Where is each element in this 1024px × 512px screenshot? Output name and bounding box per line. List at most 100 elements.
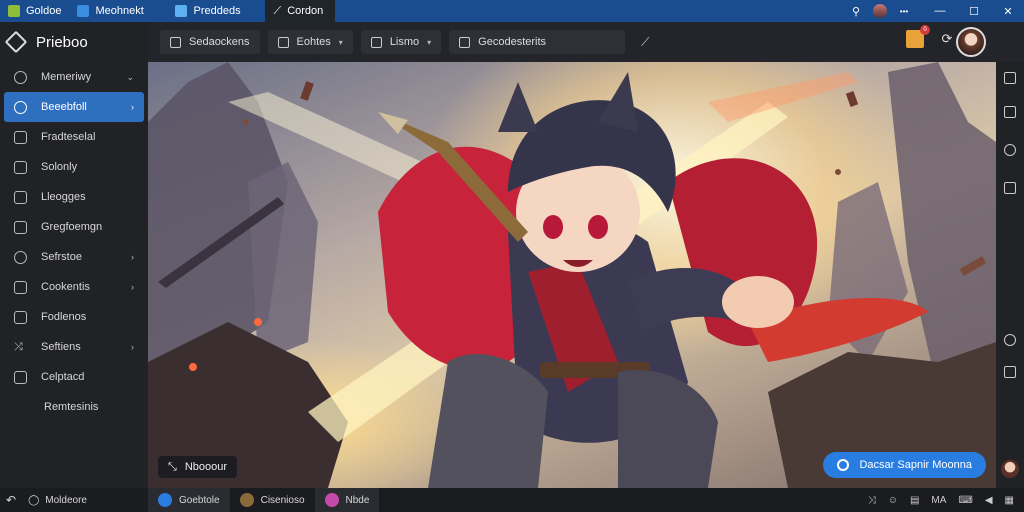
chevron-right-icon: ›: [131, 342, 134, 352]
volume-icon[interactable]: ◀: [985, 495, 993, 506]
maximize-button[interactable]: ☐: [962, 0, 986, 22]
status-tray: ⤨ ☺ ▤ MA ⌨ ◀ ▦: [868, 488, 1014, 512]
window-controls: ⚲ ••• — ☐ ✕: [844, 0, 1024, 22]
document-icon: [14, 190, 27, 204]
shuffle-icon[interactable]: ⤨: [868, 495, 876, 506]
columns-icon: [14, 130, 27, 144]
layout-icon[interactable]: [1004, 106, 1016, 118]
sidebar-item-gregfoemgn[interactable]: Gregfoemgn: [4, 212, 144, 242]
sidebar-item-solonly[interactable]: Solonly: [4, 152, 144, 182]
pin-icon[interactable]: ⚲: [844, 0, 868, 22]
keyboard-icon[interactable]: ⌨: [958, 495, 972, 506]
sidebar-item-celptacd[interactable]: Celptacd: [4, 362, 144, 392]
sidebar-item-remtesinis[interactable]: Remtesinis: [4, 392, 144, 422]
home-icon: [4, 30, 28, 54]
tab-label: Cordon: [287, 5, 324, 17]
bottom-task-goebtole[interactable]: Goebtole: [148, 488, 230, 512]
brush-icon: [170, 36, 181, 48]
sidebar-item-lleogges[interactable]: Lleogges: [4, 182, 144, 212]
chevron-down-icon: ⌄: [126, 71, 134, 82]
tab-label: Preddeds: [193, 5, 241, 17]
refresh-icon[interactable]: ⟳: [938, 30, 956, 48]
brand-name: Prieboo: [36, 33, 88, 51]
notifications-icon[interactable]: 0: [906, 25, 930, 48]
sidebar-item-cookentis[interactable]: Cookentis ›: [4, 272, 144, 302]
image-canvas[interactable]: ⤡ Nbooour Dacsar Sapnir Moonna: [148, 62, 996, 488]
close-button[interactable]: ✕: [996, 0, 1020, 22]
toolbar: Sedaockens Eohtes ▾ Lismo ▾ Gecodesterit…: [148, 22, 1024, 62]
artwork-illustration: [148, 62, 996, 488]
toolbar-dropdown-eohtes[interactable]: Eohtes ▾: [267, 30, 353, 54]
layers-icon: [370, 36, 382, 48]
toolbar-dropdown-lismo[interactable]: Lismo ▾: [360, 30, 442, 54]
tab-cordon[interactable]: ⟋ Cordon: [265, 0, 336, 22]
chevron-down-icon: ▾: [427, 37, 432, 47]
minimize-button[interactable]: —: [928, 0, 952, 22]
shield-icon: [14, 70, 27, 84]
chevron-right-icon: ›: [131, 102, 134, 112]
chevron-right-icon: ›: [131, 282, 134, 292]
toolbar-button-sedaockens[interactable]: Sedaockens: [160, 30, 260, 54]
tab-icon: [175, 5, 188, 17]
task-icon: [239, 493, 254, 507]
sidebar-brand[interactable]: Prieboo: [0, 22, 148, 62]
sidebar-item-beeebfoll[interactable]: Beeebfoll ›: [4, 92, 144, 122]
sidebar-item-fodlenos[interactable]: Fodlenos: [4, 302, 144, 332]
right-rail: [996, 62, 1024, 488]
chevron-down-icon: ▾: [338, 37, 343, 47]
tab-label: Meohnekt: [95, 5, 144, 17]
canvas-mode-chip[interactable]: ⤡ Nbooour: [158, 456, 238, 478]
more-icon[interactable]: •••: [892, 0, 916, 22]
settings-icon: [14, 250, 27, 264]
layers-icon[interactable]: [1004, 366, 1016, 378]
tab-meohnekt[interactable]: Meohnekt: [69, 0, 167, 22]
info-icon[interactable]: [1004, 334, 1016, 346]
bottom-task-nbde[interactable]: Nbde: [314, 488, 380, 512]
bottom-task-cisenioso[interactable]: Cisenioso: [230, 488, 315, 512]
notification-badge: 0: [920, 25, 930, 35]
emoji-icon[interactable]: ☺: [888, 495, 898, 506]
folder-icon: [14, 280, 27, 294]
bottom-left-item[interactable]: ◯ Moldeore: [28, 495, 87, 506]
chevron-right-icon: ›: [131, 252, 134, 262]
sidebar-item-sefrstoe[interactable]: Sefrstoe ›: [4, 242, 144, 272]
panel-icon[interactable]: [1004, 72, 1016, 84]
tab-icon: [77, 5, 90, 17]
storage-icon[interactable]: ▤: [910, 495, 919, 506]
status-text: MA: [931, 494, 947, 506]
app-window: Goldoe Meohnekt Preddeds ⟋ Cordon ⚲ ••• …: [0, 0, 1024, 512]
title-bar: Goldoe Meohnekt Preddeds ⟋ Cordon ⚲ ••• …: [0, 0, 1024, 22]
tab-label: Goldoe: [26, 5, 62, 17]
wand-icon: [277, 36, 289, 48]
history-icon[interactable]: [1004, 144, 1016, 156]
user-avatar[interactable]: [956, 27, 986, 57]
sync-icon: [837, 459, 850, 471]
chat-icon: ◯: [28, 494, 40, 506]
bottom-bar: ↶ ◯ Moldeore Goebtole Cisenioso Nbde ⤨ ☺…: [0, 488, 1024, 512]
pen-icon: ⟋: [273, 4, 282, 17]
search-icon: [459, 36, 471, 48]
search-input[interactable]: Gecodesterits: [449, 30, 626, 54]
tab-preddeds[interactable]: Preddeds: [167, 0, 265, 22]
task-icon: [324, 493, 339, 507]
circle-icon: [14, 100, 27, 114]
account-avatar-icon[interactable]: [873, 4, 887, 18]
expand-icon: ⤡: [168, 460, 177, 473]
undo-icon[interactable]: ↶: [6, 493, 16, 507]
list-icon[interactable]: [1004, 182, 1016, 194]
image-icon: [14, 220, 27, 234]
tab-goldoe[interactable]: Goldoe: [0, 0, 69, 22]
edit-tool-icon[interactable]: ⟋: [633, 30, 657, 54]
sidebar-item-memeriwy[interactable]: Memeriwy ⌄: [4, 62, 144, 92]
list-icon: [14, 160, 27, 174]
check-icon: [14, 310, 27, 324]
collaborator-avatar[interactable]: [1001, 460, 1019, 478]
sidebar-item-fradteselal[interactable]: Fradteselal: [4, 122, 144, 152]
bottom-left: ↶ ◯ Moldeore: [0, 493, 148, 507]
app-logo-icon: [8, 5, 20, 17]
task-icon: [158, 493, 172, 507]
grid-icon[interactable]: ▦: [1005, 495, 1014, 506]
clipboard-icon: [14, 370, 27, 384]
generate-button[interactable]: Dacsar Sapnir Moonna: [823, 452, 986, 478]
sidebar-item-seftiens[interactable]: ⤨ Seftiens ›: [4, 332, 144, 362]
